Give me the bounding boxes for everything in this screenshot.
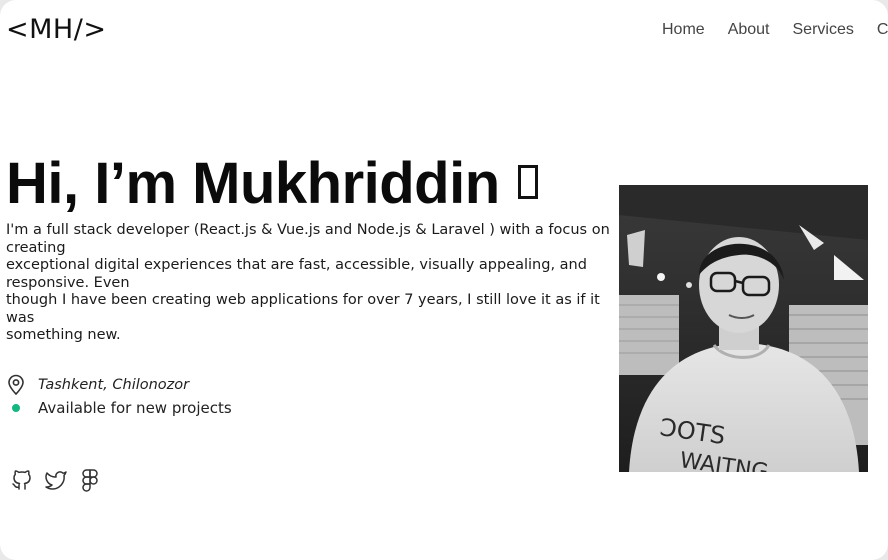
figma-icon[interactable]	[78, 468, 102, 492]
github-icon[interactable]	[10, 468, 34, 492]
twitter-icon[interactable]	[44, 468, 68, 492]
status-dot-icon	[6, 397, 30, 419]
social-links	[10, 468, 102, 492]
bio-line: creating	[6, 239, 66, 256]
main-nav: Home About Services Co	[662, 21, 888, 39]
profile-photo: ƆOTS WAITNG	[619, 185, 868, 472]
site-logo[interactable]: <MH/>	[6, 14, 106, 45]
hero-info: Tashkent, Chilonozor Available for new p…	[6, 373, 232, 419]
hero-title-text: Hi, I’m Mukhriddin	[6, 151, 500, 216]
wave-emoji-icon	[517, 165, 538, 199]
nav-services[interactable]: Services	[793, 21, 854, 39]
map-pin-icon	[6, 374, 30, 396]
bio-line: though I have been creating web applicat…	[6, 292, 600, 326]
page: <MH/> Home About Services Co Hi, I’m Muk…	[0, 0, 888, 560]
nav-about[interactable]: About	[728, 21, 770, 39]
nav-contact[interactable]: Co	[877, 21, 888, 39]
hero-bio: I'm a full stack developer (React.js & V…	[6, 222, 616, 345]
availability-row: Available for new projects	[6, 396, 232, 419]
hero-title: Hi, I’m Mukhriddin	[6, 150, 538, 217]
bio-line: exceptional digital experiences that are…	[6, 257, 587, 273]
bio-line: something new.	[6, 327, 121, 343]
availability-text: Available for new projects	[38, 398, 232, 417]
location-text: Tashkent, Chilonozor	[38, 376, 190, 393]
nav-home[interactable]: Home	[662, 21, 705, 39]
location-row: Tashkent, Chilonozor	[6, 373, 232, 396]
bio-line: I'm a full stack developer (React.js & V…	[6, 222, 610, 238]
bio-line: responsive. Even	[6, 274, 130, 291]
